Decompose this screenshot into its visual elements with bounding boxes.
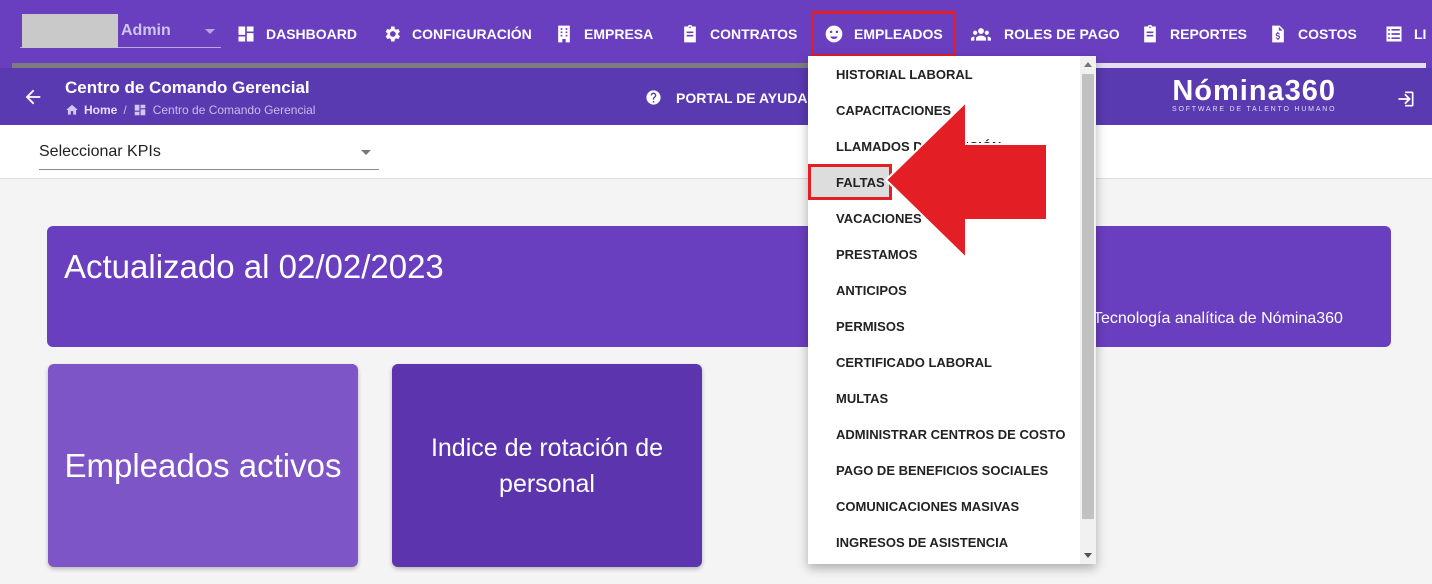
breadcrumb-separator: / <box>123 103 127 117</box>
annotation-arrow-icon <box>884 100 1048 260</box>
nav-label: REPORTES <box>1170 26 1248 42</box>
scroll-up-icon[interactable] <box>1084 62 1092 67</box>
kpi-card-label: Indice de rotación de personal <box>430 433 664 498</box>
nav-label: EMPLEADOS <box>854 26 943 42</box>
nav-label: LI <box>1414 26 1427 42</box>
update-banner: Actualizado al 02/02/2023 Tecnología ana… <box>47 226 1391 347</box>
kpi-toolbar: Seleccionar KPIs <box>0 125 1432 179</box>
nav-label: CONTRATOS <box>710 26 798 42</box>
page-header: Centro de Comando Gerencial Home / Centr… <box>0 68 1432 125</box>
money-file-icon <box>1272 25 1284 43</box>
building-icon <box>558 25 570 43</box>
breadcrumb: Home / Centro de Comando Gerencial <box>65 103 315 117</box>
menu-item-certificado-laboral[interactable]: CERTIFICADO LABORAL <box>808 344 1081 380</box>
nav-dashboard[interactable]: DASHBOARD <box>236 14 357 54</box>
brand-tagline: SOFTWARE DE TALENTO HUMANO <box>1172 106 1337 113</box>
list-icon <box>1386 26 1402 42</box>
menu-item-administrar-centros-de-costo[interactable]: ADMINISTRAR CENTROS DE COSTO <box>808 416 1081 452</box>
kpi-select[interactable]: Seleccionar KPIs <box>39 139 379 170</box>
caret-down-icon <box>205 29 215 34</box>
help-portal-label: PORTAL DE AYUDA <box>676 89 808 106</box>
nav-label: ROLES DE PAGO <box>1004 26 1120 42</box>
nav-li[interactable]: LI <box>1384 14 1426 54</box>
gear-icon <box>385 26 400 42</box>
logout-icon[interactable] <box>1396 89 1416 109</box>
employee-face-icon <box>825 25 843 43</box>
menu-item-pago-de-beneficios-sociales[interactable]: PAGO DE BENEFICIOS SOCIALES <box>808 452 1081 488</box>
nav-label: DASHBOARD <box>266 26 357 42</box>
nav-label: EMPRESA <box>584 26 654 42</box>
kpi-card-label: Empleados activos <box>64 446 342 484</box>
user-selector[interactable]: Admin <box>20 14 221 48</box>
breadcrumb-home[interactable]: Home <box>65 103 117 117</box>
nav-reportes[interactable]: REPORTES <box>1140 14 1247 54</box>
scrollbar-thumb[interactable] <box>1082 74 1094 519</box>
menu-item-anticipos[interactable]: ANTICIPOS <box>808 272 1081 308</box>
banner-caption: Tecnología analítica de Nómina360 <box>1093 310 1343 327</box>
brand-name: Nómina360 <box>1172 75 1337 107</box>
banner-title: Actualizado al 02/02/2023 <box>64 248 444 285</box>
kpi-select-label: Seleccionar KPIs <box>39 143 161 160</box>
nav-empresa[interactable]: EMPRESA <box>554 14 653 54</box>
dropdown-scrollbar[interactable] <box>1080 56 1096 564</box>
page-title: Centro de Comando Gerencial <box>65 78 310 97</box>
avatar <box>22 14 118 48</box>
dashboard-icon <box>238 26 254 42</box>
user-name: Admin <box>121 22 171 39</box>
clipboard-icon <box>1144 24 1156 43</box>
help-portal-link[interactable]: PORTAL DE AYUDA <box>645 89 807 106</box>
kpi-card-turnover[interactable]: Indice de rotación de personal <box>392 364 702 567</box>
home-icon <box>66 104 78 115</box>
scroll-down-icon[interactable] <box>1084 553 1092 558</box>
nav-label: COSTOS <box>1298 26 1357 42</box>
nav-costos[interactable]: COSTOS <box>1268 14 1357 54</box>
menu-item-historial-laboral[interactable]: HISTORIAL LABORAL <box>808 56 1081 92</box>
back-arrow-icon[interactable] <box>22 86 44 108</box>
nav-configuracion[interactable]: CONFIGURACIÓN <box>382 14 532 54</box>
menu-item-permisos[interactable]: PERMISOS <box>808 308 1081 344</box>
breadcrumb-home-label: Home <box>84 103 118 117</box>
brand-logo: Nómina360 SOFTWARE DE TALENTO HUMANO <box>1172 76 1336 113</box>
group-icon <box>971 28 991 41</box>
nav-label: CONFIGURACIÓN <box>412 26 532 42</box>
menu-item-faltas[interactable]: FALTAS <box>808 164 892 200</box>
breadcrumb-current: Centro de Comando Gerencial <box>152 103 316 117</box>
dashboard-icon <box>134 104 145 116</box>
nav-empleados[interactable]: EMPLEADOS <box>811 11 956 57</box>
help-icon <box>646 90 661 105</box>
nav-contratos[interactable]: CONTRATOS <box>680 14 797 54</box>
menu-item-comunicaciones-masivas[interactable]: COMUNICACIONES MASIVAS <box>808 488 1081 524</box>
top-navbar: Admin DASHBOARD CONFIGURACIÓN EMPRESA CO… <box>0 0 1432 68</box>
kpi-card-active-employees[interactable]: Empleados activos <box>48 364 358 567</box>
menu-item-multas[interactable]: MULTAS <box>808 380 1081 416</box>
menu-item-ingresos-de-asistencia[interactable]: INGRESOS DE ASISTENCIA <box>808 524 1081 560</box>
clipboard-icon <box>684 24 696 43</box>
caret-down-icon <box>361 150 371 155</box>
nav-roles-de-pago[interactable]: ROLES DE PAGO <box>968 14 1120 54</box>
